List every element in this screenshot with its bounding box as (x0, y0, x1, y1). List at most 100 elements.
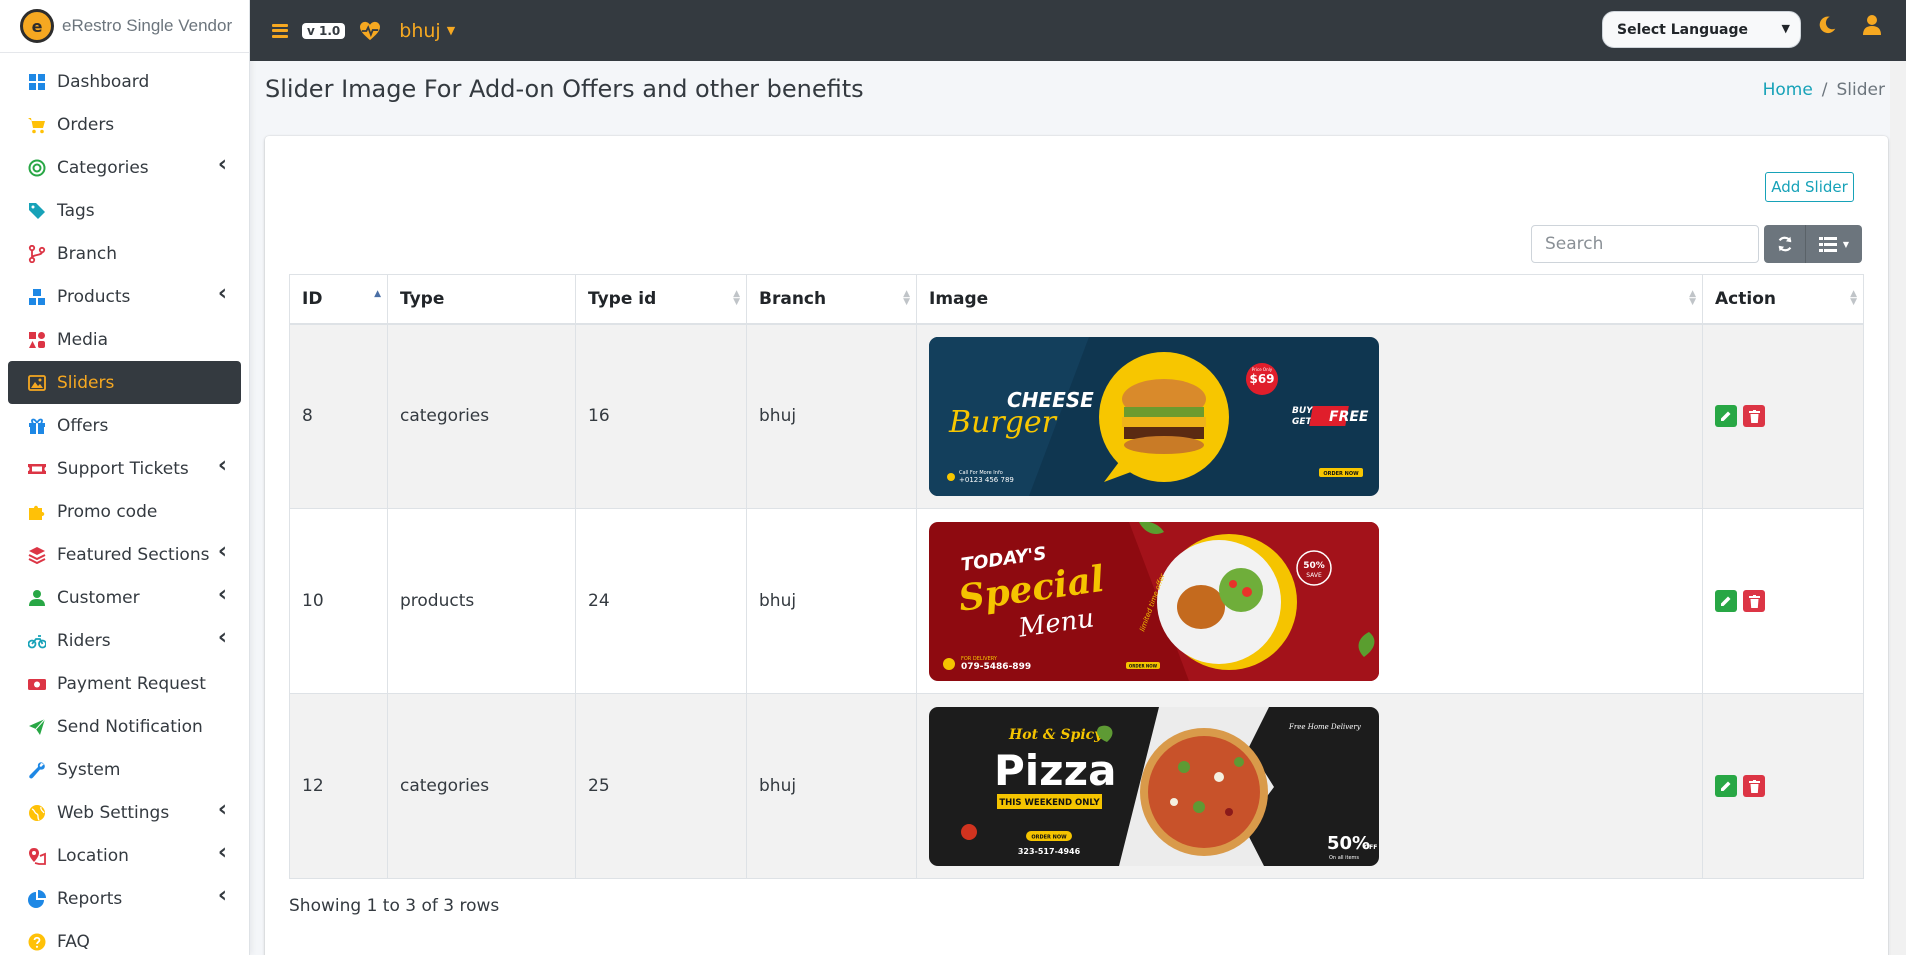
sidebar-item-featured-sections[interactable]: Featured Sections ‹ (8, 533, 241, 576)
sidebar-item-categories[interactable]: Categories ‹ (8, 146, 241, 189)
brand[interactable]: e eRestro Single Vendor (0, 0, 249, 53)
page-title: Slider Image For Add-on Offers and other… (265, 75, 864, 103)
menu-toggle-icon[interactable] (272, 23, 288, 38)
slider-image-special-menu[interactable]: TODAY'S Special Menu limited time offer … (929, 521, 1379, 681)
sidebar-item-label: FAQ (57, 931, 90, 952)
sidebar-item-location[interactable]: Location ‹ (8, 834, 241, 877)
sidebar-item-system[interactable]: System (8, 748, 241, 791)
chevron-left-icon: ‹ (217, 840, 227, 865)
question-icon (27, 932, 47, 952)
pencil-icon (1721, 411, 1731, 422)
sidebar-item-label: Support Tickets (57, 458, 189, 479)
sidebar-item-promo-code[interactable]: Promo code (8, 490, 241, 533)
columns-toggle-button[interactable]: ▼ (1806, 225, 1862, 263)
sort-icon: ▲ ▼ (903, 289, 910, 307)
sidebar-item-media[interactable]: Media (8, 318, 241, 361)
sidebar-item-web-settings[interactable]: Web Settings ‹ (8, 791, 241, 834)
banner-offer-3: FREE (1329, 409, 1369, 425)
table-toolbar: ▼ (1764, 225, 1862, 263)
cell-type-id: 25 (575, 693, 747, 879)
chevron-left-icon: ‹ (217, 539, 227, 564)
branch-dropdown[interactable]: bhuj ▼ (399, 20, 455, 42)
sidebar-item-sliders[interactable]: Sliders (8, 361, 241, 404)
image-icon (27, 373, 47, 393)
sidebar-item-payment-request[interactable]: Payment Request (8, 662, 241, 705)
trash-icon (1748, 779, 1760, 793)
sidebar-item-label: Offers (57, 415, 109, 436)
cell-id: 12 (289, 693, 388, 879)
chevron-left-icon: ‹ (217, 883, 227, 908)
column-header-id[interactable]: ID ▲ (289, 274, 388, 325)
add-slider-button[interactable]: Add Slider (1765, 172, 1854, 202)
sidebar-item-reports[interactable]: Reports ‹ (8, 877, 241, 920)
globe-icon (27, 803, 47, 823)
money-icon (27, 674, 47, 694)
map-marker-icon (27, 846, 47, 866)
banner-cta: ORDER NOW (1031, 834, 1067, 840)
breadcrumb-home-link[interactable]: Home (1763, 80, 1813, 100)
sidebar-item-tags[interactable]: Tags (8, 189, 241, 232)
gift-icon (27, 416, 47, 436)
top-navbar: v 1.0 bhuj ▼ Select Language ▼ (250, 0, 1906, 61)
sidebar-item-label: System (57, 759, 121, 780)
sidebar-item-offers[interactable]: Offers (8, 404, 241, 447)
sidebar-item-faq[interactable]: FAQ (8, 920, 241, 955)
language-select[interactable]: Select Language ▼ (1602, 11, 1801, 48)
edit-button[interactable] (1715, 405, 1737, 428)
user-icon[interactable] (1862, 14, 1882, 36)
moon-icon[interactable] (1816, 14, 1838, 36)
tag-icon (27, 201, 47, 221)
sidebar-item-send-notification[interactable]: Send Notification (8, 705, 241, 748)
sidebar-item-support-tickets[interactable]: Support Tickets ‹ (8, 447, 241, 490)
column-header-type: Type (387, 274, 576, 325)
edit-button[interactable] (1715, 590, 1737, 612)
cell-type: products (387, 508, 576, 694)
wrench-icon (27, 760, 47, 780)
sidebar-item-dashboard[interactable]: Dashboard (8, 60, 241, 103)
banner-phone: +0123 456 789 (959, 476, 1014, 484)
sidebar-item-riders[interactable]: Riders ‹ (8, 619, 241, 662)
list-icon (1818, 236, 1837, 252)
column-header-image[interactable]: Image ▲ ▼ (916, 274, 1703, 325)
cell-action (1702, 693, 1864, 879)
user-icon (27, 588, 47, 608)
sidebar-item-label: Web Settings (57, 802, 170, 823)
slider-image-pizza[interactable]: Hot & Spicy Pizza THIS WEEKEND ONLY ORDE… (929, 706, 1379, 866)
cell-type: categories (387, 693, 576, 879)
chevron-left-icon: ‹ (217, 281, 227, 306)
sort-icon: ▲ ▼ (1689, 289, 1696, 307)
edit-button[interactable] (1715, 775, 1737, 797)
scrollbar[interactable] (1890, 61, 1906, 955)
cell-type: categories (387, 323, 576, 509)
breadcrumb-current: Slider (1836, 80, 1885, 100)
chevron-left-icon: ‹ (217, 797, 227, 822)
pagination-info: Showing 1 to 3 of 3 rows (289, 896, 500, 916)
sidebar-item-label: Sliders (57, 372, 115, 393)
sidebar-item-products[interactable]: Products ‹ (8, 275, 241, 318)
sidebar-item-orders[interactable]: Orders (8, 103, 241, 146)
banner-discount: 50% (1303, 561, 1325, 571)
slider-image-burger[interactable]: $69 Price Only CHEESE Burger Call For Mo… (929, 336, 1379, 496)
search-input[interactable] (1531, 225, 1759, 263)
sidebar-item-branch[interactable]: Branch (8, 232, 241, 275)
chevron-left-icon: ‹ (217, 152, 227, 177)
column-header-action[interactable]: Action ▲ ▼ (1702, 274, 1864, 325)
column-header-branch[interactable]: Branch ▲ ▼ (746, 274, 917, 325)
delete-button[interactable] (1743, 405, 1765, 428)
delete-button[interactable] (1743, 590, 1765, 612)
delete-button[interactable] (1743, 775, 1765, 797)
column-header-type-id[interactable]: Type id ▲ ▼ (575, 274, 747, 325)
heartbeat-icon[interactable] (359, 21, 381, 41)
chevron-left-icon: ‹ (217, 453, 227, 478)
refresh-button[interactable] (1764, 225, 1806, 263)
pencil-icon (1721, 596, 1731, 606)
chevron-left-icon: ‹ (217, 582, 227, 607)
dashboard-icon (27, 72, 47, 92)
sidebar-item-customer[interactable]: Customer ‹ (8, 576, 241, 619)
caret-down-icon: ▼ (446, 24, 456, 37)
table-row: 10 products 24 bhuj TODAY'S Special Menu (289, 508, 1864, 694)
sidebar-item-label: Location (57, 845, 129, 866)
sidebar-item-label: Branch (57, 243, 117, 264)
media-icon (27, 330, 47, 350)
cell-type-id: 16 (575, 323, 747, 509)
